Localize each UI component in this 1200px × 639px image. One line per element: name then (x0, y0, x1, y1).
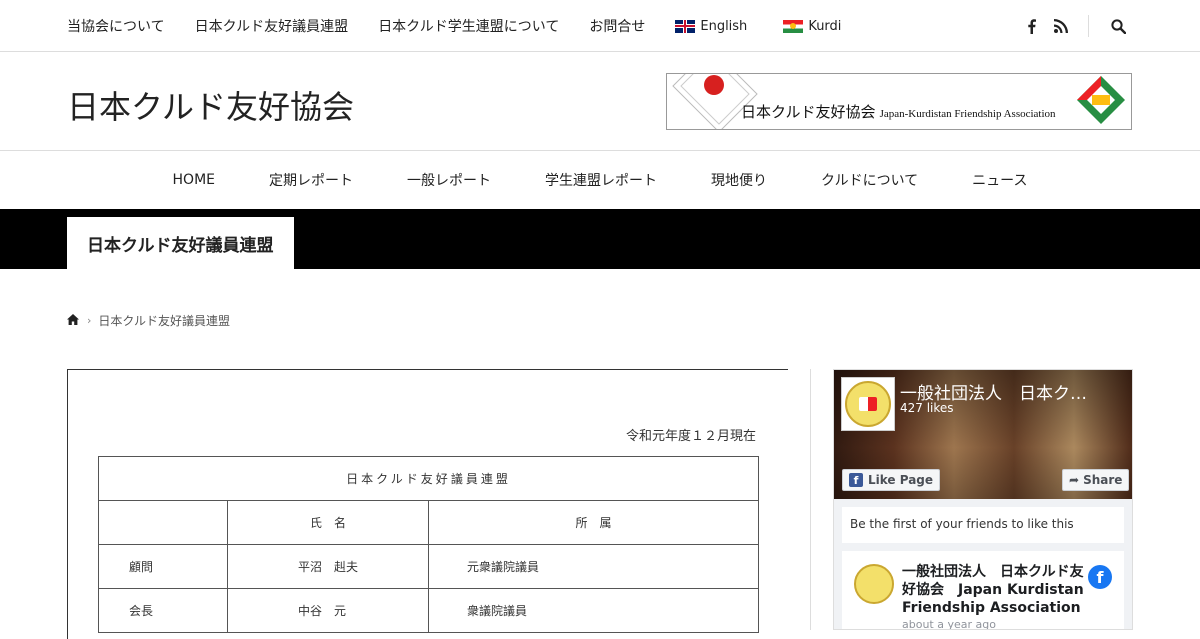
table-header-row: 氏 名 所 属 (98, 500, 759, 545)
banner-title: 日本クルド友好協会 Japan-Kurdistan Friendship Asso… (741, 101, 1056, 122)
main-navigation: HOME 定期レポート 一般レポート 学生連盟レポート 現地便り クルドについて… (0, 150, 1200, 209)
facebook-friends-text: Be the first of your friends to like thi… (842, 507, 1124, 543)
uk-flag-icon (675, 19, 696, 33)
site-title[interactable]: 日本クルド友好協会 (67, 82, 354, 128)
divider (1088, 15, 1089, 37)
banner-title-en: Japan-Kurdistan Friendship Association (879, 108, 1056, 120)
table-caption: 日本クルド友好議員連盟 (98, 456, 759, 501)
topnav-item-parliamentary-league[interactable]: 日本クルド友好議員連盟 (195, 16, 349, 36)
language-english-label: English (700, 18, 748, 34)
breadcrumb: › 日本クルド友好議員連盟 (67, 312, 230, 329)
like-page-label: Like Page (868, 473, 934, 487)
top-navigation: 当協会について 日本クルド友好議員連盟 日本クルド学生連盟について お問合せ E… (67, 0, 877, 52)
table-cell-name: 中谷 元 (227, 588, 429, 633)
table-header-cell: 氏 名 (227, 500, 429, 545)
facebook-share-button[interactable]: ➦ Share (1062, 469, 1130, 491)
facebook-f-icon: f (849, 473, 863, 487)
facebook-page-logo[interactable] (841, 377, 895, 431)
language-english-link[interactable]: English (675, 19, 747, 34)
nav-item-local-news[interactable]: 現地便り (711, 170, 767, 190)
table-header-cell: 所 属 (428, 500, 759, 545)
banner-title-ja: 日本クルド友好協会 (741, 103, 876, 121)
sidebar-divider (810, 369, 811, 630)
facebook-page-widget: 一般社団法人 日本ク… 427 likes f Like Page ➦ Shar… (833, 369, 1133, 630)
document-date: 令和元年度１２月現在 (625, 429, 756, 444)
top-icons (1016, 0, 1133, 52)
language-kurdi-label: Kurdi (808, 18, 842, 34)
header-banner[interactable]: 日本クルド友好協会 Japan-Kurdistan Friendship Asso… (666, 73, 1132, 130)
nav-item-regular-report[interactable]: 定期レポート (269, 170, 353, 190)
share-label: Share (1083, 473, 1123, 487)
members-table: 日本クルド友好議員連盟 氏 名 所 属 顧問 平沼 赳夫 元衆議院議員 会長 中… (98, 456, 759, 633)
table-cell-name: 平沼 赳夫 (227, 544, 429, 589)
kurdistan-flag-icon (783, 19, 804, 33)
members-document: 令和元年度１２月現在 日本クルド友好議員連盟 氏 名 所 属 顧問 平沼 赳夫 … (67, 369, 788, 639)
table-cell-role: 顧問 (98, 544, 228, 589)
post-time[interactable]: about a year ago (902, 618, 996, 629)
table-row: 会長 中谷 元 衆議院議員 (98, 588, 759, 633)
topnav-item-about[interactable]: 当協会について (67, 16, 165, 36)
rss-icon[interactable] (1046, 11, 1076, 41)
home-icon[interactable] (67, 313, 79, 328)
chevron-right-icon: › (87, 314, 92, 327)
nav-item-home[interactable]: HOME (173, 172, 215, 188)
share-arrow-icon: ➦ (1069, 473, 1080, 487)
facebook-icon[interactable] (1016, 11, 1046, 41)
table-row: 顧問 平沼 赳夫 元衆議院議員 (98, 544, 759, 589)
breadcrumb-current: 日本クルド友好議員連盟 (98, 314, 231, 328)
page-title-band: 日本クルド友好議員連盟 (0, 209, 1200, 269)
topnav-item-contact[interactable]: お問合せ (589, 16, 645, 36)
table-cell-affiliation: 元衆議院議員 (428, 544, 759, 589)
post-author[interactable]: 一般社団法人 日本クルド友好協会 Japan Kurdistan Friends… (902, 563, 1092, 617)
facebook-like-page-button[interactable]: f Like Page (842, 469, 941, 491)
nav-item-general-report[interactable]: 一般レポート (407, 170, 491, 190)
nav-item-news[interactable]: ニュース (972, 170, 1027, 190)
nav-item-about-kurds[interactable]: クルドについて (821, 170, 918, 190)
table-cell-role: 会長 (98, 588, 228, 633)
page-title: 日本クルド友好議員連盟 (67, 217, 294, 269)
table-caption-row: 日本クルド友好議員連盟 (98, 456, 759, 501)
facebook-logo-icon[interactable]: f (1088, 565, 1112, 589)
search-icon[interactable] (1103, 11, 1133, 41)
language-kurdi-link[interactable]: Kurdi (783, 19, 841, 34)
table-header-cell (98, 500, 228, 545)
nav-item-student-report[interactable]: 学生連盟レポート (545, 170, 657, 190)
facebook-cover-image[interactable]: 一般社団法人 日本ク… 427 likes f Like Page ➦ Shar… (834, 370, 1132, 499)
facebook-likes-count: 427 likes (900, 401, 954, 415)
top-bar: 当協会について 日本クルド友好議員連盟 日本クルド学生連盟について お問合せ E… (0, 0, 1200, 52)
avatar[interactable] (854, 564, 894, 604)
topnav-item-student-league[interactable]: 日本クルド学生連盟について (378, 16, 559, 36)
facebook-post: 一般社団法人 日本クルド友好協会 Japan Kurdistan Friends… (842, 551, 1124, 629)
table-cell-affiliation: 衆議院議員 (428, 588, 759, 633)
